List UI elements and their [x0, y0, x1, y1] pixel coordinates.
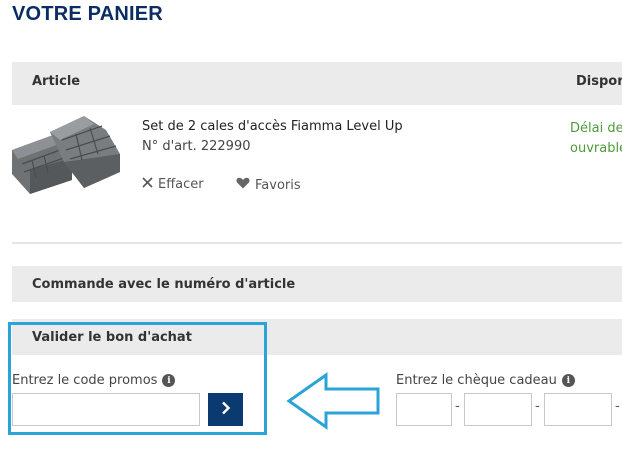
close-icon [142, 177, 153, 192]
order-by-number-label: Commande avec le numéro d'article [32, 277, 296, 292]
gift-card-input-1[interactable] [396, 393, 452, 426]
divider [12, 242, 622, 244]
page-title: VOTRE PANIER [12, 3, 163, 25]
heart-icon [236, 177, 250, 193]
product-name[interactable]: Set de 2 cales d'accès Fiamma Level Up [142, 119, 403, 134]
product-image[interactable] [10, 112, 126, 196]
promo-highlight-box [8, 322, 267, 435]
favorite-button[interactable]: Favoris [236, 177, 301, 193]
cart-table-header [12, 62, 622, 105]
availability-text-line2: ouvrable [570, 141, 622, 156]
article-number: N° d'art. 222990 [142, 139, 251, 154]
column-header-article: Article [32, 74, 81, 89]
separator: - [535, 399, 540, 414]
separator: - [455, 399, 460, 414]
remove-label: Effacer [158, 177, 204, 192]
info-icon[interactable]: i [561, 374, 575, 387]
favorite-label: Favoris [255, 177, 301, 193]
gift-card-label: Entrez le chèque cadeau i [396, 373, 575, 388]
gift-card-input-2[interactable] [464, 393, 532, 426]
column-header-availability: Dispon [576, 74, 622, 89]
arrow-left-icon [286, 372, 382, 434]
availability-text-line1: Délai de [570, 121, 622, 136]
separator: - [615, 399, 620, 414]
gift-card-input-3[interactable] [544, 393, 612, 426]
remove-button[interactable]: Effacer [142, 177, 204, 192]
